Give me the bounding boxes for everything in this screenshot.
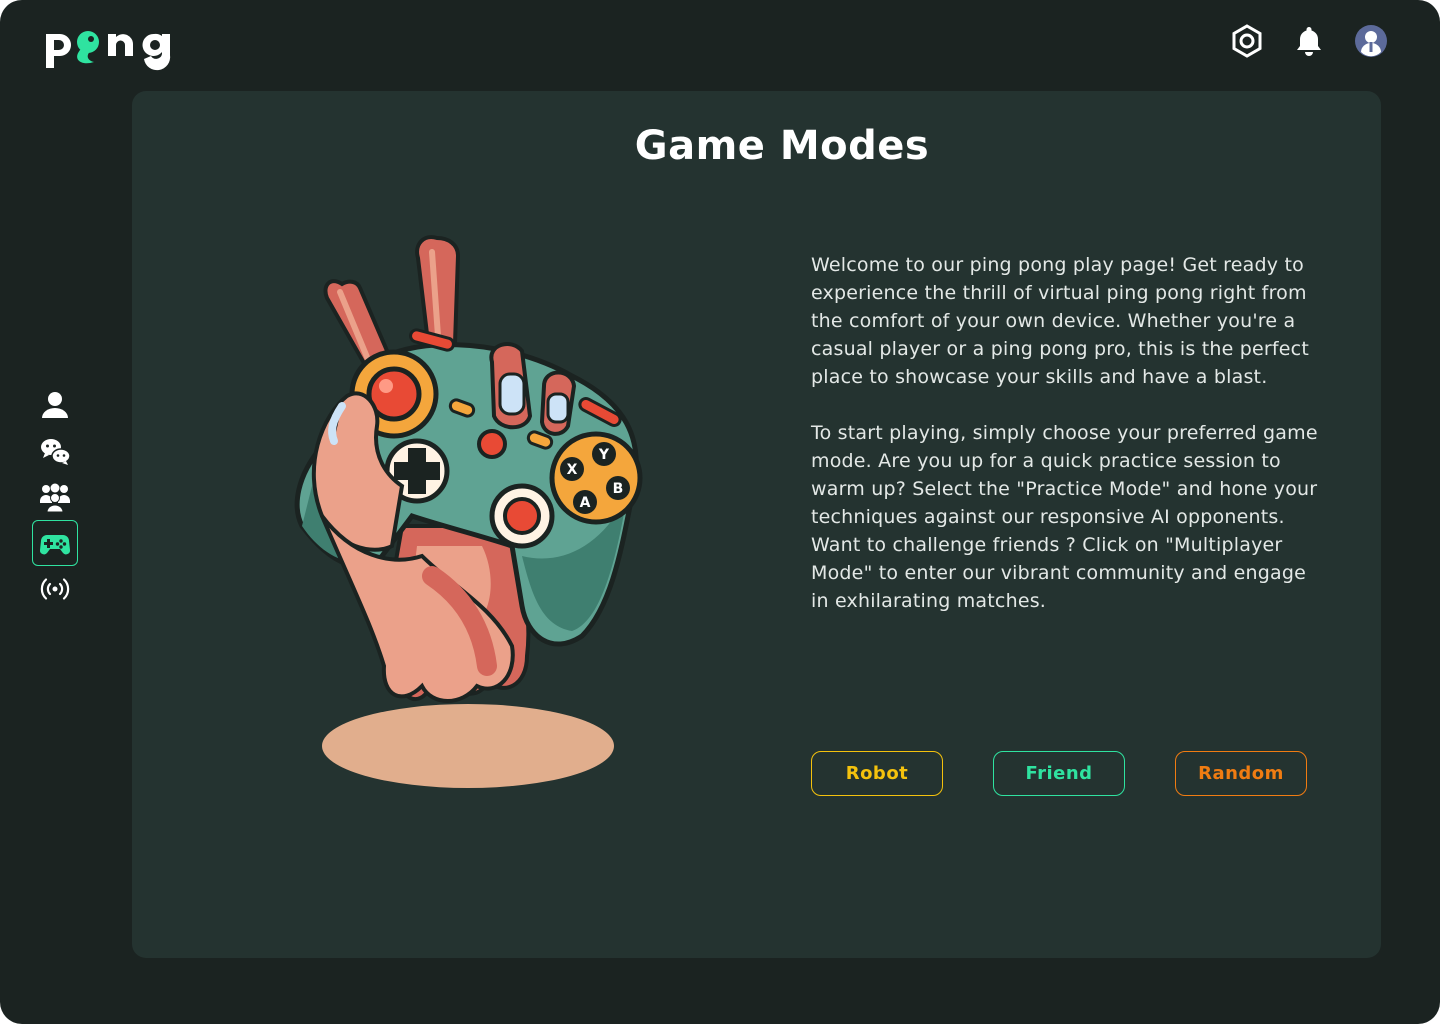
- sidebar-item-game[interactable]: [32, 520, 78, 566]
- gamepad-icon: [39, 535, 71, 555]
- sidebar-item-profile[interactable]: [32, 382, 78, 428]
- broadcast-icon: [40, 578, 70, 600]
- friends-icon: [40, 483, 70, 513]
- game-modes-panel: Game Modes Y X B A Welcome to our ping p…: [132, 91, 1381, 958]
- user-icon: [42, 392, 68, 418]
- friend-mode-button[interactable]: Friend: [993, 751, 1125, 796]
- description-paragraph-2: To start playing, simply choose your pre…: [811, 422, 1318, 612]
- sidebar-item-friends[interactable]: [32, 474, 78, 520]
- hand-gamepad-illustration: Y X B A: [282, 226, 682, 796]
- description: Welcome to our ping pong play page! Get …: [811, 251, 1321, 643]
- sidebar-item-chat[interactable]: [32, 428, 78, 474]
- random-mode-button[interactable]: Random: [1175, 751, 1307, 796]
- svg-text:A: A: [580, 495, 591, 511]
- chat-icon: [41, 439, 71, 465]
- sidebar-item-live[interactable]: [32, 566, 78, 612]
- description-paragraph-1: Welcome to our ping pong play page! Get …: [811, 254, 1309, 388]
- svg-text:B: B: [613, 481, 624, 497]
- svg-text:Y: Y: [598, 447, 610, 463]
- sidebar: [32, 382, 78, 612]
- settings-icon[interactable]: [1230, 24, 1264, 58]
- mode-buttons: Robot Friend Random: [811, 751, 1307, 796]
- app-window: Game Modes Y X B A Welcome to our ping p…: [0, 0, 1440, 1024]
- svg-text:X: X: [567, 462, 578, 478]
- header-actions: [1230, 24, 1388, 58]
- avatar[interactable]: [1354, 24, 1388, 58]
- page-title: Game Modes: [634, 123, 930, 169]
- logo-mark: [46, 31, 171, 71]
- robot-mode-button[interactable]: Robot: [811, 751, 943, 796]
- bell-icon[interactable]: [1292, 24, 1326, 58]
- logo[interactable]: [42, 22, 202, 72]
